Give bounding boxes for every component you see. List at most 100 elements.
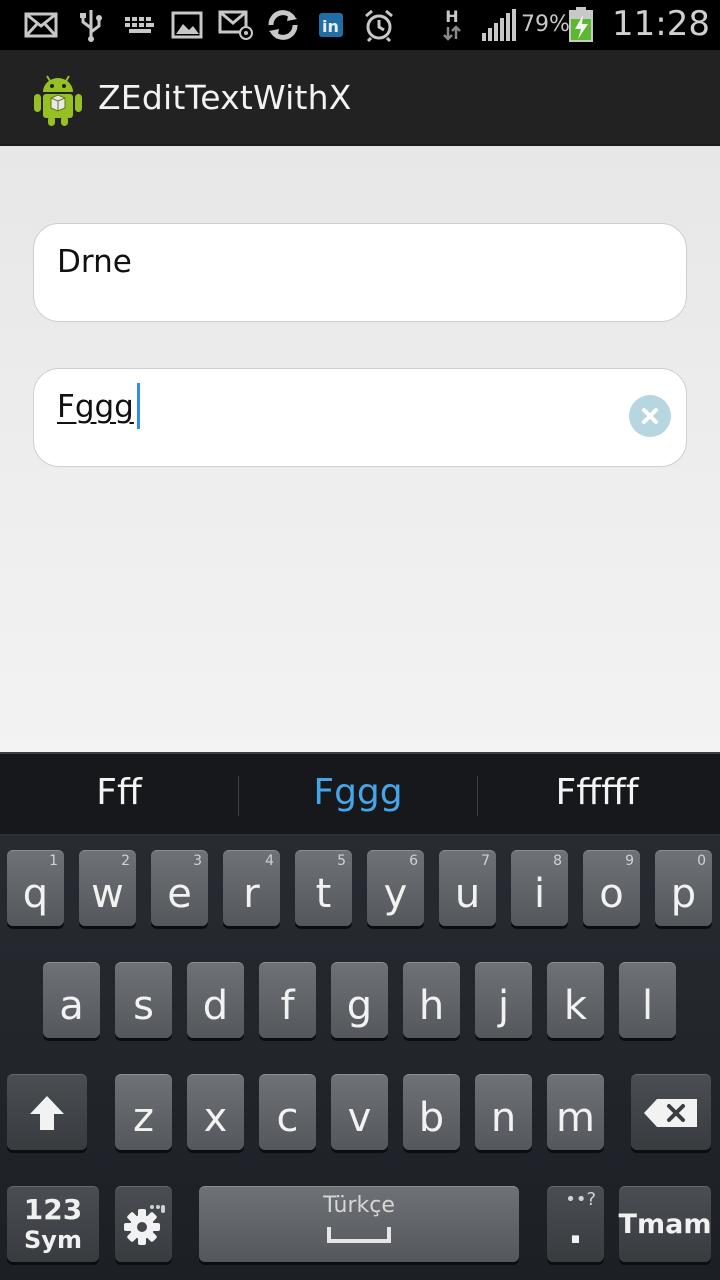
key-label: z — [133, 1094, 154, 1141]
clock: 11:28 — [612, 4, 710, 44]
key-number: 0 — [697, 853, 706, 869]
key-s[interactable]: s — [115, 962, 172, 1038]
key-label: x — [203, 1094, 228, 1141]
shift-arrow-icon — [30, 1095, 64, 1130]
punctuation-key[interactable]: ••? . — [547, 1186, 604, 1262]
key-f[interactable]: f — [259, 962, 316, 1038]
key-m[interactable]: m — [547, 1074, 604, 1150]
suggestion-1[interactable]: Fff — [0, 772, 238, 813]
key-o[interactable]: 9o — [583, 850, 640, 926]
shift-key[interactable] — [7, 1074, 87, 1150]
key-c[interactable]: c — [259, 1074, 316, 1150]
key-j[interactable]: j — [475, 962, 532, 1038]
battery-charging-icon — [567, 7, 595, 42]
sync-icon — [265, 8, 301, 42]
key-label: i — [533, 870, 546, 917]
key-d[interactable]: d — [187, 962, 244, 1038]
key-number: 3 — [193, 853, 202, 869]
suggestion-bar: Fff Fggg Ffffff — [0, 752, 720, 836]
network-type-label: H — [445, 7, 459, 26]
key-label: w — [91, 870, 124, 917]
key-label: g — [346, 982, 373, 1029]
mail-at-icon — [218, 8, 254, 42]
key-label: e — [167, 870, 192, 917]
edit-field-second[interactable]: Fggg — [33, 368, 687, 467]
soft-keyboard: Fff Fggg Ffffff 1q 2w 3e 4r 5t 6y 7u 8i … — [0, 752, 720, 1280]
key-label: r — [243, 870, 260, 917]
key-number: 7 — [481, 853, 490, 869]
clear-x-icon[interactable] — [629, 395, 671, 437]
key-k[interactable]: k — [547, 962, 604, 1038]
sym-key[interactable]: 123 Sym — [7, 1186, 99, 1262]
alarm-icon — [363, 8, 395, 42]
sym-key-top: 123 — [23, 1192, 83, 1226]
key-label: l — [641, 982, 654, 1029]
key-number: 8 — [553, 853, 562, 869]
action-bar: ZEditTextWithX — [0, 50, 720, 146]
backspace-key[interactable] — [631, 1074, 711, 1150]
key-label: n — [490, 1094, 517, 1141]
key-e[interactable]: 3e — [151, 850, 208, 926]
sym-key-label: 123 Sym — [23, 1192, 83, 1255]
key-u[interactable]: 7u — [439, 850, 496, 926]
key-label: q — [22, 870, 49, 917]
key-b[interactable]: b — [403, 1074, 460, 1150]
key-label: c — [276, 1094, 299, 1141]
key-label: u — [454, 870, 481, 917]
key-label: t — [315, 870, 332, 917]
key-label: s — [133, 982, 154, 1029]
key-q[interactable]: 1q — [7, 850, 64, 926]
key-label: m — [556, 1094, 595, 1141]
signal-icon — [480, 8, 516, 42]
edit-field-first-text: Drne — [57, 244, 132, 280]
key-label: a — [59, 982, 84, 1029]
edit-field-first[interactable]: Drne — [33, 223, 687, 322]
status-bar: in H 79% 11:28 — [0, 0, 720, 50]
key-label: j — [497, 982, 510, 1029]
done-key[interactable]: Tmam — [619, 1186, 711, 1262]
space-bar-icon — [327, 1227, 391, 1243]
key-label: b — [418, 1094, 445, 1141]
svg-text:in: in — [322, 17, 339, 36]
key-number: 6 — [409, 853, 418, 869]
settings-key[interactable] — [115, 1186, 172, 1262]
key-l[interactable]: l — [619, 962, 676, 1038]
key-t[interactable]: 5t — [295, 850, 352, 926]
key-y[interactable]: 6y — [367, 850, 424, 926]
key-h[interactable]: h — [403, 962, 460, 1038]
key-v[interactable]: v — [331, 1074, 388, 1150]
suggestion-2[interactable]: Fggg — [239, 772, 477, 813]
key-label: o — [599, 870, 624, 917]
key-r[interactable]: 4r — [223, 850, 280, 926]
key-label: d — [202, 982, 229, 1029]
punctuation-label: . — [567, 1206, 584, 1253]
space-key-label: Türkçe — [323, 1193, 395, 1218]
key-x[interactable]: x — [187, 1074, 244, 1150]
key-number: 9 — [625, 853, 634, 869]
sym-key-bottom: Sym — [24, 1225, 82, 1254]
key-z[interactable]: z — [115, 1074, 172, 1150]
keyboard-icon — [124, 8, 156, 42]
key-i[interactable]: 8i — [511, 850, 568, 926]
key-a[interactable]: a — [43, 962, 100, 1038]
content-area: Drne Fggg — [0, 146, 720, 752]
key-label: p — [670, 870, 697, 917]
android-app-icon — [30, 68, 86, 128]
key-g[interactable]: g — [331, 962, 388, 1038]
usb-icon — [78, 8, 104, 42]
key-label: f — [280, 982, 295, 1029]
key-number: 2 — [121, 853, 130, 869]
key-w[interactable]: 2w — [79, 850, 136, 926]
suggestion-3[interactable]: Ffffff — [478, 772, 716, 813]
gear-icon — [123, 1204, 165, 1245]
key-number: 4 — [265, 853, 274, 869]
key-label: k — [563, 982, 588, 1029]
key-n[interactable]: n — [475, 1074, 532, 1150]
edit-field-second-text: Fggg — [57, 389, 134, 425]
email-icon — [24, 8, 58, 42]
space-key[interactable]: Türkçe — [199, 1186, 519, 1262]
hspa-data-icon: H — [440, 8, 464, 42]
key-p[interactable]: 0p — [655, 850, 712, 926]
key-label: y — [383, 870, 408, 917]
done-key-label: Tmam — [618, 1209, 712, 1240]
